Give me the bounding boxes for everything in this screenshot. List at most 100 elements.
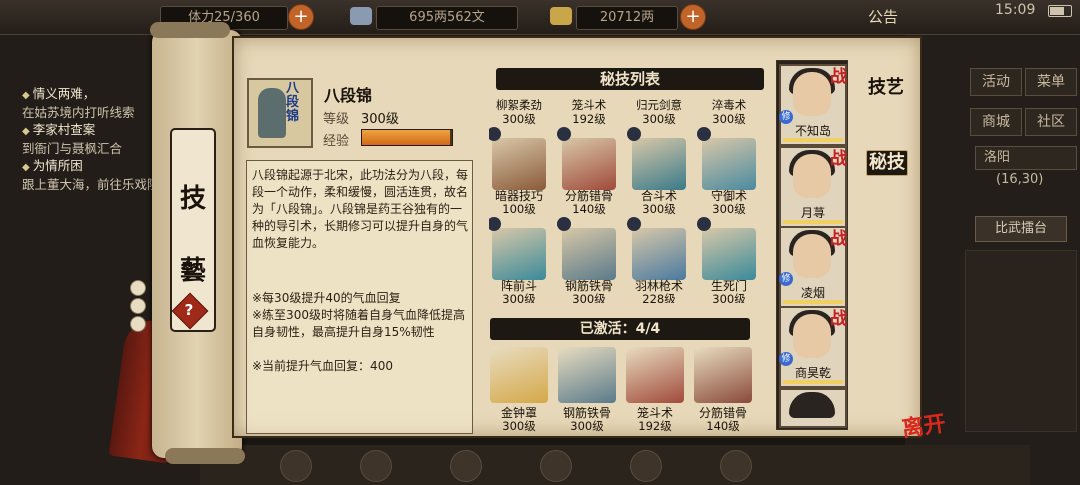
character-card[interactable]: 战月荨 (779, 146, 847, 228)
tab-skills-char: 技艺 (868, 77, 904, 98)
skill-cell-partial[interactable]: 淬毒术 300级 (699, 97, 759, 127)
skill-art-icon (490, 347, 548, 403)
skill-cell[interactable]: 羽林枪术 228级 (627, 217, 689, 303)
character-name: 凌烟 (800, 286, 825, 300)
bottom-nav-icon[interactable] (360, 450, 392, 482)
skill-note: ※练至300级时将随着自身气血降低提高自身韧性，最高提升自身15%韧性 (252, 308, 465, 339)
level-value: 300级 (361, 112, 399, 127)
tab-secret[interactable]: 秘技 (866, 150, 908, 176)
skill-level: 192级 (638, 419, 672, 433)
skill-name: 柳絮柔劲 (496, 98, 542, 112)
list-title: 秘技列表 (599, 70, 660, 88)
character-badge-icon (557, 217, 571, 231)
bottom-nav-icon[interactable] (450, 450, 482, 482)
skill-note: ※当前提升气血回复：400 (252, 359, 393, 373)
skill-level: 300级 (712, 112, 746, 126)
bottom-nav-icon[interactable] (720, 450, 752, 482)
character-avatar (793, 154, 831, 198)
silver-counter: 695两562文 (376, 6, 518, 30)
skill-level: 140级 (572, 202, 606, 216)
character-exp-bar (783, 138, 843, 142)
skill-level: 300级 (502, 112, 536, 126)
tab-skills[interactable]: 技艺 (866, 76, 906, 100)
bottom-nav-icon[interactable] (630, 450, 662, 482)
quest-title[interactable]: 情义两难， (22, 85, 172, 104)
skill-art-icon (562, 228, 616, 280)
active-skill-slot[interactable]: 分筋错骨 140级 (692, 345, 754, 433)
battery-icon (1048, 5, 1072, 17)
skill-cell[interactable]: 钢筋铁骨 300级 (557, 217, 619, 303)
character-badge-icon (557, 127, 571, 141)
leave-button[interactable]: 离开 (899, 405, 954, 452)
scroll-rod (165, 448, 245, 464)
character-card[interactable]: 战不知岛修 (779, 64, 847, 146)
bottom-nav-icon[interactable] (280, 450, 312, 482)
skill-cell[interactable]: 暗器技巧 100级 (489, 127, 549, 216)
activity-button[interactable]: 活动 (970, 68, 1022, 96)
announcement-button[interactable]: 公告 (868, 6, 898, 27)
skill-art-icon (702, 228, 756, 280)
skill-cell[interactable]: 合斗术 300级 (627, 127, 689, 216)
gold-counter: 20712两 (576, 6, 678, 30)
location-coords: (16,30) (996, 172, 1044, 187)
skill-art-icon (702, 138, 756, 190)
skill-cell[interactable]: 阵前斗 300级 (489, 217, 549, 303)
character-avatar (793, 234, 831, 278)
character-card[interactable]: 战商昊乾修 (779, 306, 847, 388)
help-mark[interactable]: ? (177, 298, 201, 322)
skill-grid[interactable]: 柳絮柔劲 300级 笼斗术 192级 归元剑意 300级 淬毒术 300级 暗器技巧 100级 分筋… (489, 97, 763, 303)
active-skill-slot[interactable]: 钢筋铁骨 300级 (556, 345, 618, 433)
active-skill-slot[interactable]: 笼斗术 192级 (624, 345, 686, 433)
community-button[interactable]: 社区 (1025, 108, 1077, 136)
skill-cell[interactable]: 生死门 300级 (697, 217, 759, 303)
skill-art-icon (632, 138, 686, 190)
skill-level: 228级 (642, 292, 676, 303)
clock: 15:09 (995, 2, 1036, 18)
gold-icon (550, 7, 572, 25)
skill-cell-partial[interactable]: 归元剑意 300级 (629, 97, 689, 127)
add-gold-button[interactable]: + (680, 4, 706, 30)
skill-cell-partial[interactable]: 柳絮柔劲 300级 (489, 97, 549, 127)
level-label: 等级 (323, 112, 350, 127)
portrait-caption: 八段锦 (286, 81, 300, 124)
add-stamina-button[interactable]: + (288, 4, 314, 30)
skill-level: 100级 (502, 202, 536, 216)
bottom-nav-icon[interactable] (540, 450, 572, 482)
character-hair (789, 392, 835, 418)
battle-badge: 战 (830, 149, 847, 169)
skill-art-icon (632, 228, 686, 280)
menu-button[interactable]: 菜单 (1025, 68, 1077, 96)
character-badge-icon (627, 217, 641, 231)
quest-title[interactable]: 为情所困 (22, 157, 172, 176)
character-badge-icon (627, 127, 641, 141)
arena-button[interactable]: 比武擂台 (975, 216, 1067, 242)
location-name: 洛阳 (984, 150, 1011, 165)
character-name: 不知岛 (794, 124, 831, 138)
skill-name: 淬毒术 (711, 98, 747, 112)
active-skill-slot[interactable]: 金钟罩 300级 (488, 345, 550, 433)
skill-level: 140级 (706, 419, 740, 433)
skill-cell-partial[interactable]: 笼斗术 192级 (559, 97, 619, 127)
character-badge-icon (697, 217, 711, 231)
skill-figure-icon (258, 88, 286, 138)
skill-cell[interactable]: 守御术 300级 (697, 127, 759, 216)
quest-desc: 跟上董大海，前往乐戏院 (22, 177, 160, 192)
scroll-rod (150, 22, 230, 38)
character-name: 商昊乾 (794, 366, 831, 380)
location-bar[interactable]: 洛阳 (16,30) (975, 146, 1077, 187)
right-list-panel (965, 250, 1077, 432)
skill-level: 192级 (572, 112, 606, 126)
skill-name: 归元剑意 (636, 98, 682, 112)
cultivate-badge: 修 (779, 110, 793, 124)
skill-cell[interactable]: 分筋错骨 140级 (557, 127, 619, 216)
skill-art-icon (562, 138, 616, 190)
shop-button[interactable]: 商城 (970, 108, 1022, 136)
quest-title[interactable]: 李家村查案 (22, 121, 172, 140)
section-title-char: 技 (179, 184, 206, 214)
character-exp-bar (783, 380, 843, 384)
character-card[interactable]: 战凌烟修 (779, 226, 847, 308)
bead-string (130, 280, 146, 332)
skill-art-icon (626, 347, 684, 403)
quest-panel[interactable]: 情义两难， 在姑苏境内打听线索 李家村查案 到衙门与聂枫汇合 为情所困 跟上董大… (22, 85, 172, 193)
character-card-partial[interactable] (779, 388, 847, 428)
